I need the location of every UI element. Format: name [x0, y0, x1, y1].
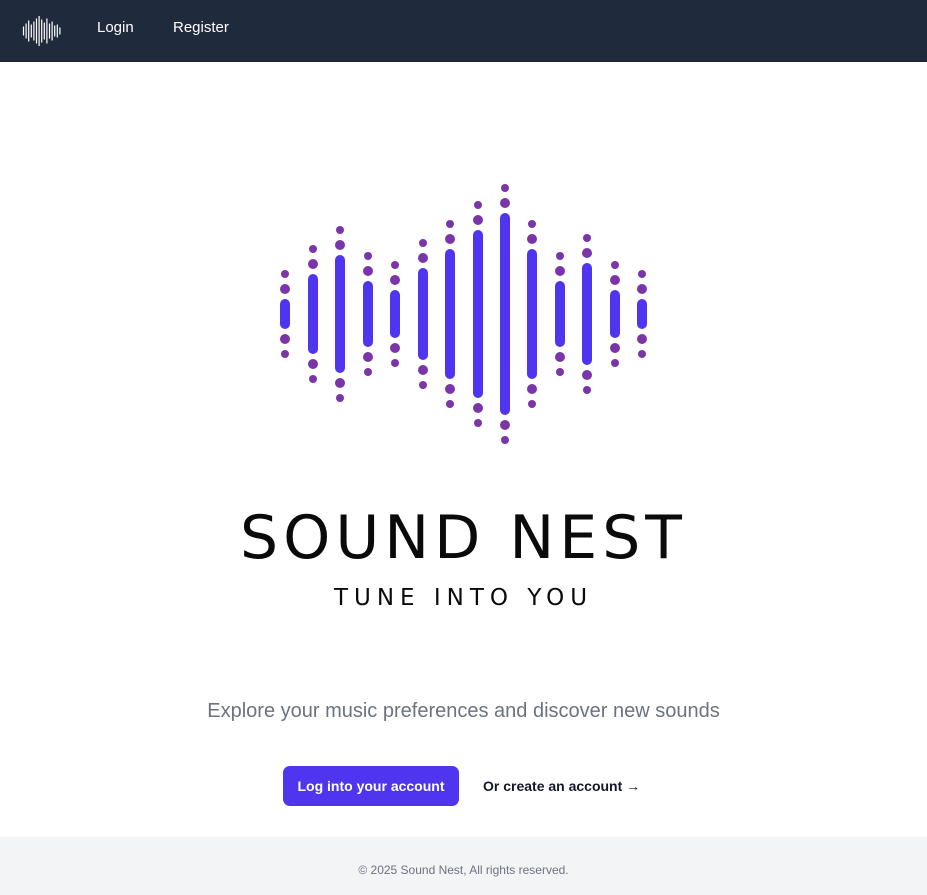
top-navbar: Login Register [0, 0, 927, 62]
hero-subtitle: Explore your music preferences and disco… [207, 700, 720, 722]
brand-tagline: TUNE INTO YOU [333, 585, 594, 611]
brand-title: SOUND NEST [240, 503, 687, 573]
nav-register-link[interactable]: Register [173, 19, 229, 37]
create-account-link[interactable]: Or create an account → [483, 776, 640, 796]
footer-copyright: © 2025 Sound Nest, All rights reserved. [358, 863, 569, 877]
sound-wave-icon[interactable] [22, 16, 62, 46]
sound-wave-logo-icon [280, 184, 647, 444]
page-footer: © 2025 Sound Nest, All rights reserved. [0, 837, 927, 895]
nav-login-link[interactable]: Login [97, 19, 134, 37]
login-button[interactable]: Log into your account [283, 766, 459, 806]
